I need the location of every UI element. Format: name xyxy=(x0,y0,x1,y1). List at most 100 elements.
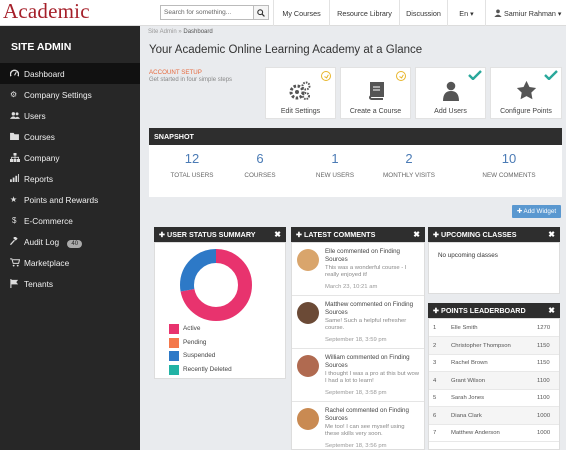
leaderboard-name[interactable]: Sarah Jones xyxy=(451,395,484,401)
comment-item: Matthew commented on Finding Sources Sam… xyxy=(292,296,424,349)
setup-card-label: Add Users xyxy=(434,108,467,115)
gears-icon xyxy=(289,81,311,100)
sidebar-item-company-settings[interactable]: ⚙ Company Settings xyxy=(0,84,140,105)
search-button[interactable] xyxy=(254,5,269,20)
leaderboard-points: 1000 xyxy=(537,430,551,436)
plus-icon[interactable]: ✚ xyxy=(296,230,304,239)
leaderboard-name[interactable]: Diana Clark xyxy=(451,413,482,419)
leaderboard-points: 1000 xyxy=(537,412,551,419)
nav-discussion[interactable]: Discussion xyxy=(399,0,447,26)
language-dropdown[interactable]: En ▾ xyxy=(447,0,485,26)
comment-item: Rachel commented on Finding Sources Me t… xyxy=(292,402,424,449)
avatar xyxy=(297,355,319,377)
sidebar-item-tenants[interactable]: Tenants xyxy=(0,273,140,294)
sidebar-item-users[interactable]: Users xyxy=(0,105,140,126)
comment-text: I thought I was a pro at this but wow I … xyxy=(325,371,419,385)
close-icon[interactable]: ✖ xyxy=(274,227,281,242)
stat-courses-value: 6 xyxy=(256,151,264,166)
legend-swatch-suspended xyxy=(169,351,179,361)
comment-text: Me too! I can see myself using these ski… xyxy=(325,424,405,438)
leaderboard-row: 4 Grant Wilson 1100 xyxy=(429,371,559,390)
top-bar: Academic Search for something... My Cour… xyxy=(0,0,566,26)
leaderboard-title: POINTS LEADERBOARD xyxy=(441,306,526,315)
setup-card-label: Edit Settings xyxy=(280,108,321,115)
leaderboard-name[interactable]: Christopher Thompson xyxy=(451,343,511,349)
comment-item: Elle commented on Finding Sources This w… xyxy=(292,243,424,296)
nav-my-courses[interactable]: My Courses xyxy=(273,0,329,26)
leaderboard-row: 6 Diana Clark 1000 xyxy=(429,406,559,425)
star-icon: ★ xyxy=(10,195,18,204)
sidebar-item-ecommerce[interactable]: $ E-Commerce xyxy=(0,210,140,231)
close-icon[interactable]: ✖ xyxy=(548,227,555,242)
legend-label: Active xyxy=(183,325,201,332)
gavel-icon xyxy=(9,236,20,247)
setup-card-add-users[interactable]: Add Users xyxy=(415,67,486,119)
sidebar-item-label: Courses xyxy=(24,132,55,142)
sidebar-item-label: E-Commerce xyxy=(24,216,73,226)
dollar-icon: $ xyxy=(12,216,17,225)
latest-comments-title: LATEST COMMENTS xyxy=(304,230,376,239)
sidebar-item-marketplace[interactable]: Marketplace xyxy=(0,252,140,273)
search-input[interactable]: Search for something... xyxy=(160,5,254,20)
breadcrumb-root[interactable]: Site Admin xyxy=(148,29,177,35)
sidebar-item-reports[interactable]: Reports xyxy=(0,168,140,189)
latest-comments-panel[interactable]: Elle commented on Finding Sources This w… xyxy=(291,242,425,450)
leaderboard-name[interactable]: Elle Smith xyxy=(451,325,478,331)
plus-icon[interactable]: ✚ xyxy=(433,230,441,239)
sitemap-icon xyxy=(10,153,20,163)
user-menu[interactable]: Samiur Rahman ▾ xyxy=(485,0,566,26)
checkmark-icon xyxy=(468,70,482,80)
leaderboard-panel: 1 Elle Smith 1270 2 Christopher Thompson 1150… xyxy=(428,318,560,450)
leaderboard-rank: 1 xyxy=(433,325,437,331)
nav-resource-library[interactable]: Resource Library xyxy=(329,0,399,26)
legend-suspended: Suspended xyxy=(169,351,215,361)
sidebar-item-courses[interactable]: Courses xyxy=(0,126,140,147)
upcoming-classes-header: ✚ UPCOMING CLASSES ✖ xyxy=(428,227,560,242)
comment-author[interactable]: William commented on Finding Sources xyxy=(325,354,420,369)
sidebar-item-audit-log[interactable]: Audit Log 40 xyxy=(0,231,140,252)
sidebar-item-points-rewards[interactable]: ★ Points and Rewards xyxy=(0,189,140,210)
sidebar-item-dashboard[interactable]: Dashboard xyxy=(0,63,140,84)
setup-card-configure-points[interactable]: Configure Points xyxy=(490,67,562,119)
setup-card-label: Create a Course xyxy=(349,108,402,115)
leaderboard-points: 1100 xyxy=(537,395,550,401)
sidebar-item-label: Users xyxy=(24,111,46,121)
leaderboard-name[interactable]: Rachel Brown xyxy=(451,360,488,366)
leaderboard-header: ✚ POINTS LEADERBOARD ✖ xyxy=(428,303,560,318)
sidebar-item-label: Dashboard xyxy=(24,69,65,79)
leaderboard-rank: 7 xyxy=(433,430,437,436)
cart-icon xyxy=(10,258,21,268)
logo[interactable]: Academic xyxy=(3,0,90,24)
audit-log-count-badge: 40 xyxy=(67,240,83,248)
leaderboard-points: 1150 xyxy=(537,360,550,366)
leaderboard-points: 1100 xyxy=(537,377,550,384)
leaderboard-name[interactable]: Matthew Anderson xyxy=(451,430,500,436)
legend-pending: Pending xyxy=(169,338,206,348)
leaderboard-name[interactable]: Grant Wilson xyxy=(451,378,485,384)
sidebar-item-label: Reports xyxy=(24,174,54,184)
comment-author[interactable]: Rachel commented on Finding Sources xyxy=(325,407,420,422)
breadcrumb-current: Dashboard xyxy=(183,29,213,35)
comment-time: March 23, 10:21 am xyxy=(325,284,378,290)
setup-card-edit-settings[interactable]: Edit Settings xyxy=(265,67,336,119)
user-status-panel: Active Pending Suspended Recently Delete… xyxy=(154,242,286,379)
sidebar-item-company[interactable]: Company xyxy=(0,147,140,168)
leaderboard-row: 2 Christopher Thompson 1150 xyxy=(429,336,559,355)
plus-icon[interactable]: ✚ xyxy=(433,306,441,315)
legend-recently-deleted: Recently Deleted xyxy=(169,365,232,375)
legend-swatch-pending xyxy=(169,338,179,348)
bar-chart-icon xyxy=(10,174,20,184)
upcoming-classes-empty: No upcoming classes xyxy=(438,252,498,259)
pending-check-icon xyxy=(396,71,406,81)
plus-icon[interactable]: ✚ xyxy=(159,230,167,239)
account-setup-subtitle: Get started in four simple steps xyxy=(149,77,233,83)
close-icon[interactable]: ✖ xyxy=(413,227,420,242)
comment-author[interactable]: Elle commented on Finding Sources xyxy=(325,248,420,263)
stat-new-users-label: NEW USERS xyxy=(315,172,355,179)
legend-label: Pending xyxy=(183,339,207,346)
user-status-title: USER STATUS SUMMARY xyxy=(167,230,256,239)
setup-card-create-course[interactable]: Create a Course xyxy=(340,67,411,119)
close-icon[interactable]: ✖ xyxy=(548,303,555,318)
comment-author[interactable]: Matthew commented on Finding Sources xyxy=(325,301,420,316)
add-widget-button[interactable]: ✚ Add Widget xyxy=(512,205,561,218)
